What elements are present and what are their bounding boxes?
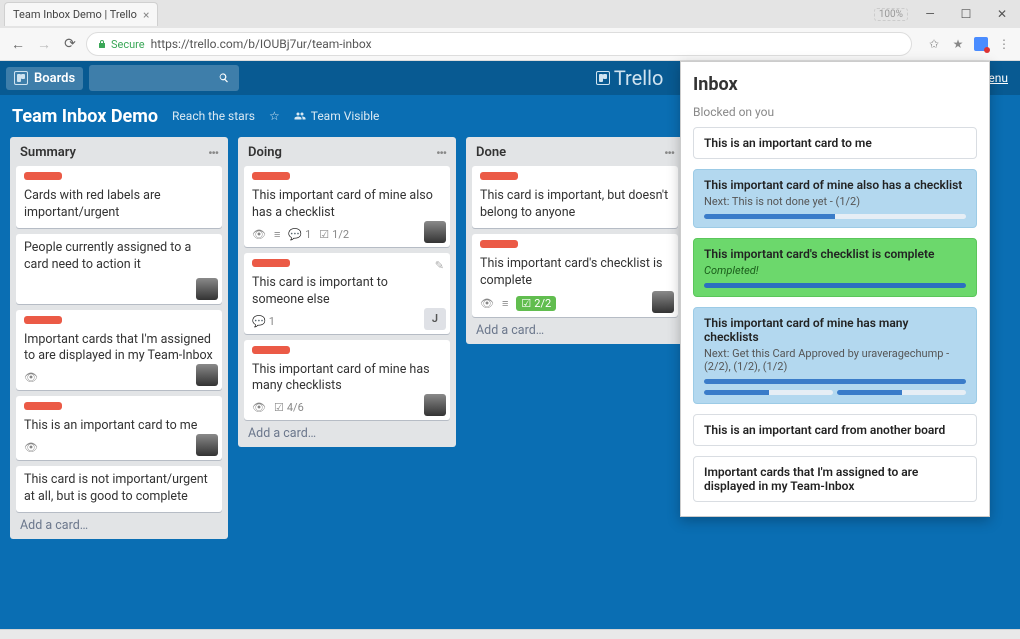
inbox-item[interactable]: This important card of mine has many che… bbox=[693, 307, 977, 404]
label-red bbox=[252, 259, 290, 267]
avatar bbox=[196, 434, 218, 456]
card[interactable]: This is an important card to me 👁 bbox=[16, 396, 222, 460]
window-controls: 100% — ☐ ✕ bbox=[874, 2, 1020, 26]
card[interactable]: This important card of mine has many che… bbox=[244, 340, 450, 421]
label-red bbox=[24, 316, 62, 324]
team-visible[interactable]: Team Visible bbox=[294, 109, 380, 123]
description-icon: ≡ bbox=[502, 297, 508, 310]
people-icon bbox=[294, 110, 306, 122]
progress-bar bbox=[704, 283, 966, 288]
search-input[interactable] bbox=[89, 65, 239, 91]
avatar bbox=[424, 394, 446, 416]
list-title[interactable]: Done bbox=[476, 145, 506, 160]
checklist-badge: ☑ 4/6 bbox=[274, 401, 304, 414]
watch-icon: 👁 bbox=[252, 228, 266, 241]
bookmark-icon[interactable]: ✩ bbox=[926, 36, 942, 52]
label-red bbox=[480, 172, 518, 180]
avatar-initial: J bbox=[424, 308, 446, 330]
avatar bbox=[424, 221, 446, 243]
watch-icon: 👁 bbox=[480, 297, 494, 310]
list-title[interactable]: Doing bbox=[248, 145, 282, 160]
card[interactable]: ✎ This card is important to someone else… bbox=[244, 253, 450, 334]
reload-button[interactable]: ⟳ bbox=[60, 36, 80, 52]
tab-bar: Team Inbox Demo | Trello × 100% — ☐ ✕ bbox=[0, 0, 1020, 28]
add-card-button[interactable]: Add a card… bbox=[244, 420, 450, 445]
inbox-panel: Inbox Blocked on you This is an importan… bbox=[680, 61, 990, 517]
watch-icon: 👁 bbox=[24, 371, 38, 384]
card[interactable]: Important cards that I'm assigned to are… bbox=[16, 310, 222, 391]
board-name[interactable]: Team Inbox Demo bbox=[12, 106, 158, 127]
checklist-badge: ☑ 1/2 bbox=[319, 228, 349, 241]
label-red bbox=[24, 402, 62, 410]
minimize-button[interactable]: — bbox=[912, 2, 948, 26]
search-icon bbox=[217, 71, 231, 85]
comment-icon: 💬 1 bbox=[252, 315, 275, 328]
comment-icon: 💬 1 bbox=[288, 228, 311, 241]
boards-button[interactable]: Boards bbox=[6, 67, 83, 90]
label-red bbox=[480, 240, 518, 248]
label-red bbox=[252, 346, 290, 354]
logo-icon bbox=[596, 71, 610, 85]
card[interactable]: Cards with red labels are important/urge… bbox=[16, 166, 222, 228]
url-text: https://trello.com/b/IOUBj7ur/team-inbox bbox=[151, 37, 372, 51]
trello-app: Boards Trello enu Team Inbox Demo Reach … bbox=[0, 61, 1020, 639]
close-tab-icon[interactable]: × bbox=[143, 8, 149, 22]
label-red bbox=[252, 172, 290, 180]
list-done: Done ••• This card is important, but doe… bbox=[466, 137, 684, 344]
inbox-title: Inbox bbox=[693, 74, 977, 95]
menu-icon[interactable]: ⋮ bbox=[996, 36, 1012, 52]
inbox-item[interactable]: This is an important card from another b… bbox=[693, 414, 977, 446]
star-board-icon[interactable]: ☆ bbox=[269, 109, 280, 123]
inbox-item[interactable]: This important card's checklist is compl… bbox=[693, 238, 977, 297]
label-red bbox=[24, 172, 62, 180]
inbox-item[interactable]: Important cards that I'm assigned to are… bbox=[693, 456, 977, 502]
star-icon[interactable]: ★ bbox=[950, 36, 966, 52]
board-subtitle: Reach the stars bbox=[172, 109, 255, 123]
browser-chrome: Team Inbox Demo | Trello × 100% — ☐ ✕ ← … bbox=[0, 0, 1020, 61]
list-title[interactable]: Summary bbox=[20, 145, 76, 160]
avatar bbox=[196, 364, 218, 386]
inbox-section-label: Blocked on you bbox=[693, 105, 977, 119]
window-scale-indicator: 100% bbox=[874, 8, 908, 21]
avatar bbox=[652, 291, 674, 313]
list-summary: Summary ••• Cards with red labels are im… bbox=[10, 137, 228, 539]
url-input[interactable]: Secure https://trello.com/b/IOUBj7ur/tea… bbox=[86, 32, 912, 56]
card[interactable]: People currently assigned to a card need… bbox=[16, 234, 222, 304]
avatar bbox=[196, 278, 218, 300]
extension-icons: ✩ ★ ⋮ bbox=[918, 36, 1012, 52]
maximize-button[interactable]: ☐ bbox=[948, 2, 984, 26]
edit-pencil-icon[interactable]: ✎ bbox=[435, 259, 444, 272]
list-doing: Doing ••• This important card of mine al… bbox=[238, 137, 456, 447]
checklist-complete-badge: ☑ 2/2 bbox=[516, 296, 556, 311]
back-button[interactable]: ← bbox=[8, 36, 28, 53]
card[interactable]: This card is not important/urgent at all… bbox=[16, 466, 222, 512]
secure-icon: Secure bbox=[97, 38, 145, 51]
list-menu-icon[interactable]: ••• bbox=[664, 146, 674, 160]
trello-extension-icon[interactable] bbox=[974, 37, 988, 51]
card[interactable]: This important card of mine also has a c… bbox=[244, 166, 450, 247]
card[interactable]: This important card's checklist is compl… bbox=[472, 234, 678, 317]
add-card-button[interactable]: Add a card… bbox=[16, 512, 222, 537]
watch-icon: 👁 bbox=[24, 441, 38, 454]
description-icon: ≡ bbox=[274, 228, 280, 241]
inbox-item[interactable]: This is an important card to me bbox=[693, 127, 977, 159]
progress-bar bbox=[704, 214, 966, 219]
watch-icon: 👁 bbox=[252, 401, 266, 414]
forward-button[interactable]: → bbox=[34, 36, 54, 53]
boards-icon bbox=[14, 71, 28, 85]
tab-title: Team Inbox Demo | Trello bbox=[13, 8, 137, 21]
card[interactable]: This card is important, but doesn't belo… bbox=[472, 166, 678, 228]
list-menu-icon[interactable]: ••• bbox=[208, 146, 218, 160]
progress-bars bbox=[704, 379, 966, 384]
list-menu-icon[interactable]: ••• bbox=[436, 146, 446, 160]
menu-link[interactable]: enu bbox=[988, 71, 1012, 85]
address-bar: ← → ⟳ Secure https://trello.com/b/IOUBj7… bbox=[0, 28, 1020, 60]
progress-bars bbox=[704, 390, 966, 395]
inbox-item[interactable]: This important card of mine also has a c… bbox=[693, 169, 977, 228]
browser-tab[interactable]: Team Inbox Demo | Trello × bbox=[4, 2, 158, 26]
close-window-button[interactable]: ✕ bbox=[984, 2, 1020, 26]
add-card-button[interactable]: Add a card… bbox=[472, 317, 678, 342]
